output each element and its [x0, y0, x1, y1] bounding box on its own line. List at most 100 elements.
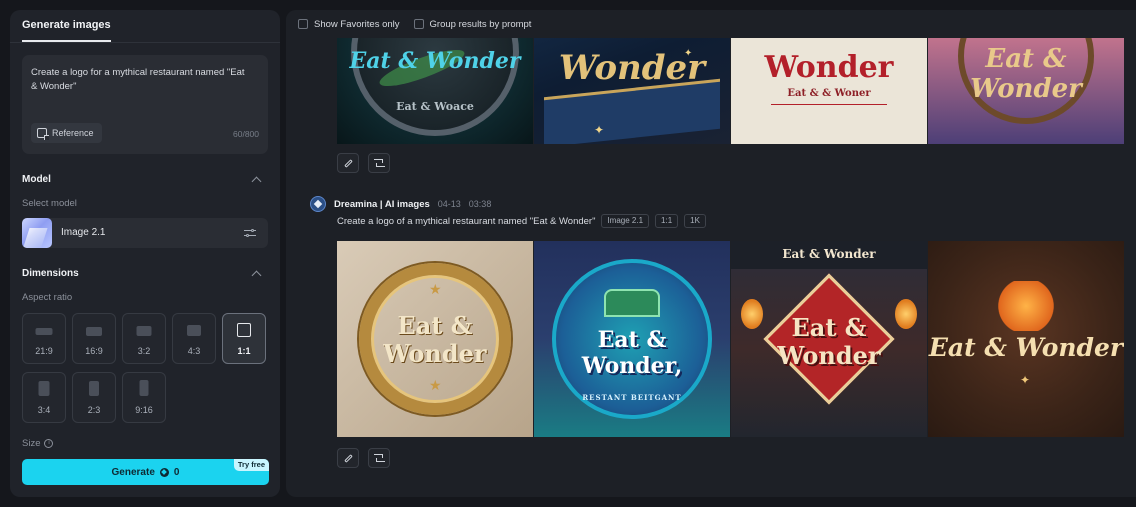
- ratio-shape-icon: [35, 328, 53, 335]
- ratio-3-4[interactable]: 3:4: [22, 372, 66, 423]
- aspect-ratio-label: Aspect ratio: [22, 292, 73, 303]
- model-name: Image 2.1: [61, 227, 106, 238]
- reference-label: Reference: [52, 128, 94, 138]
- results-panel: Show Favorites only Group results by pro…: [286, 10, 1136, 497]
- ratio-21-9[interactable]: 21:9: [22, 313, 66, 364]
- model-tag: Image 2.1: [601, 214, 650, 228]
- image-logo-text: Eat & Wonder: [928, 333, 1124, 362]
- image-logo-text: Eat &: [397, 311, 473, 340]
- prompt-input[interactable]: Create a logo for a mythical restaurant …: [31, 66, 251, 94]
- ratio-shape-icon: [139, 380, 149, 396]
- tab-divider: [10, 42, 280, 43]
- select-model-label: Select model: [22, 198, 77, 209]
- brand-name: Dreamina | AI images: [334, 198, 430, 210]
- ratio-shape-icon: [86, 327, 102, 336]
- image-logo-text: Eat & Wonder: [970, 44, 1082, 104]
- image-logo-text: Wonder,: [581, 353, 683, 379]
- generation-time: 03:38: [468, 199, 492, 209]
- star-icon: ✦: [594, 123, 605, 137]
- image-logo-text: Wonder: [764, 50, 894, 85]
- result-image[interactable]: Eat & Wonder, RESTANT BEITGANT: [534, 241, 730, 437]
- generate-label: Generate: [111, 466, 155, 478]
- checkbox-box: [298, 19, 308, 29]
- ratio-label: 1:1: [237, 346, 251, 356]
- group-by-prompt-label: Group results by prompt: [429, 18, 532, 30]
- ratio-shape-icon: [136, 326, 152, 336]
- credit-icon: [159, 467, 169, 477]
- group-by-prompt-checkbox[interactable]: Group results by prompt: [413, 18, 532, 30]
- image-logo-text: Wonder: [777, 341, 881, 370]
- show-favorites-label: Show Favorites only: [314, 18, 400, 30]
- edit-button[interactable]: [337, 153, 359, 173]
- image-logo-subtext: RESTANT BEITGANT: [582, 393, 682, 402]
- chevron-up-icon[interactable]: [251, 176, 262, 187]
- ratio-2-3[interactable]: 2:3: [72, 372, 116, 423]
- image-logo-subtext: Eat & Woace: [396, 100, 474, 113]
- result-image[interactable]: Eat & Wonder ✦: [928, 241, 1124, 437]
- regenerate-icon: [374, 454, 385, 462]
- ratio-1-1[interactable]: 1:1: [222, 313, 266, 364]
- char-counter: 60/800: [233, 129, 259, 139]
- try-free-badge: Try free: [233, 459, 269, 471]
- model-section-title: Model: [22, 174, 51, 185]
- sliders-icon[interactable]: [244, 228, 256, 238]
- edit-button[interactable]: [337, 448, 359, 468]
- ratio-label: 9:16: [135, 405, 153, 415]
- star-icon: ★: [429, 377, 442, 393]
- ratio-shape-icon: [38, 381, 50, 396]
- size-label-text: Size: [22, 438, 41, 449]
- generate-button[interactable]: Generate 0 Try free: [22, 459, 269, 485]
- generation-header: Dreamina | AI images 04-13 03:38: [310, 196, 491, 212]
- image-logo-text: Wonder: [383, 339, 487, 368]
- regenerate-icon: [374, 159, 385, 167]
- ratio-label: 3:2: [137, 346, 151, 356]
- chevron-up-icon[interactable]: [251, 270, 262, 281]
- regenerate-button[interactable]: [368, 448, 390, 468]
- ratio-shape-icon: [187, 325, 201, 336]
- ratio-label: 4:3: [187, 346, 201, 356]
- show-favorites-checkbox[interactable]: Show Favorites only: [298, 19, 400, 30]
- ratio-shape-icon: [89, 381, 99, 396]
- generation-2-images: Eat & Wonder ★ ★ Eat & Wonder, RESTANT B…: [337, 241, 1124, 437]
- generate-cost: 0: [173, 466, 180, 478]
- ratio-9-16[interactable]: 9:16: [122, 372, 166, 423]
- result-image[interactable]: Eat & Wonder Eat & Wonder: [731, 241, 927, 437]
- checkbox-box: [413, 19, 424, 29]
- ratio-tag: 1:1: [655, 214, 679, 228]
- ratio-4-3[interactable]: 4:3: [172, 313, 216, 364]
- tab-generate-images[interactable]: Generate images: [22, 10, 111, 42]
- ratio-shape-icon: [237, 323, 251, 337]
- generation-date: 04-13: [437, 199, 461, 209]
- pencil-icon: [343, 453, 353, 463]
- size-label: Size i: [22, 438, 54, 449]
- dreamina-logo-icon: [310, 196, 326, 212]
- image-logo-text: Eat & Wonder: [349, 48, 521, 74]
- filter-bar: Show Favorites only Group results by pro…: [286, 10, 1136, 38]
- pencil-icon: [343, 158, 353, 168]
- ratio-16-9[interactable]: 16:9: [72, 313, 116, 364]
- image-logo-text: Eat &: [791, 313, 867, 342]
- model-thumbnail: [22, 218, 52, 248]
- reference-button[interactable]: Reference: [31, 123, 102, 143]
- result-image[interactable]: Eat & Wonder ★ ★: [337, 241, 533, 437]
- info-icon[interactable]: i: [44, 439, 54, 448]
- prompt-box[interactable]: Create a logo for a mythical restaurant …: [22, 55, 268, 154]
- generation-prompt[interactable]: Create a logo of a mythical restaurant n…: [337, 216, 595, 227]
- left-panel: Generate images Create a logo for a myth…: [10, 10, 280, 497]
- image-banner-text: Eat & Wonder: [782, 247, 876, 261]
- ratio-3-2[interactable]: 3:2: [122, 313, 166, 364]
- resolution-tag: 1K: [684, 214, 706, 228]
- image-logo-subtext: Eat & & Woner: [787, 88, 871, 99]
- ratio-label: 16:9: [85, 346, 103, 356]
- star-icon: ✦: [1020, 373, 1031, 387]
- star-icon: ✦: [684, 48, 693, 59]
- dimensions-section-title: Dimensions: [22, 268, 79, 279]
- star-icon: ★: [429, 281, 442, 297]
- ratio-label: 2:3: [87, 405, 101, 415]
- model-selector[interactable]: Image 2.1: [22, 218, 268, 248]
- image-logo-text: Eat &: [597, 327, 667, 353]
- reference-icon: [37, 128, 49, 140]
- app-root: Generate images Create a logo for a myth…: [0, 0, 1136, 507]
- ratio-label: 3:4: [37, 405, 51, 415]
- regenerate-button[interactable]: [368, 153, 390, 173]
